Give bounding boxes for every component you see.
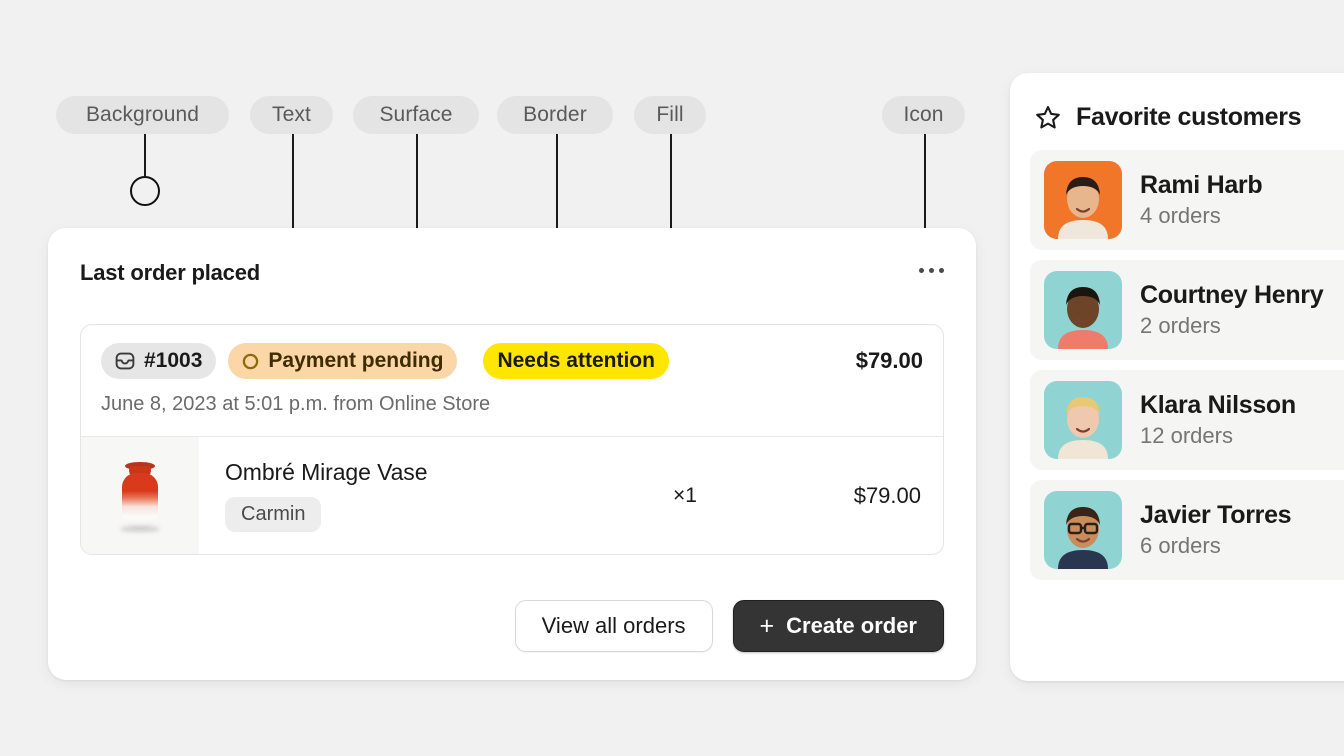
- order-header: #1003 Payment pending Needs attention $7…: [81, 325, 943, 436]
- customer-row[interactable]: Javier Torres 6 orders: [1030, 480, 1344, 580]
- annotation-pill-surface: Surface: [353, 96, 479, 134]
- attention-status-badge[interactable]: Needs attention: [483, 343, 669, 379]
- annotation-marker-background: [130, 176, 160, 206]
- product-variant-badge: Carmin: [225, 497, 322, 532]
- annotation-connector-background: [144, 134, 146, 176]
- annotation-pill-border: Border: [497, 96, 613, 134]
- order-inbox-icon: [115, 352, 135, 370]
- customer-name: Courtney Henry: [1140, 281, 1324, 309]
- annotation-pill-text: Text: [250, 96, 333, 134]
- payment-status-label: Payment pending: [268, 349, 444, 372]
- vase-thumbnail-image: [118, 460, 162, 532]
- card-title: Last order placed: [80, 260, 260, 285]
- plus-icon: +: [759, 611, 775, 640]
- annotation-pill-fill: Fill: [634, 96, 706, 134]
- product-thumbnail: [81, 437, 199, 554]
- customer-order-count: 12 orders: [1140, 423, 1233, 448]
- favorite-customers-panel: Favorite customers Rami Harb 4 orders Cour…: [1010, 73, 1344, 681]
- order-card-actions: View all orders + Create order: [514, 600, 944, 652]
- favorites-list: Rami Harb 4 orders Courtney Henry 2 orders K…: [1010, 132, 1344, 580]
- customer-order-count: 6 orders: [1140, 533, 1221, 558]
- customer-name: Klara Nilsson: [1140, 391, 1296, 419]
- customer-info: Rami Harb 4 orders: [1140, 171, 1263, 229]
- customer-avatar: [1044, 381, 1122, 459]
- customer-order-count: 4 orders: [1140, 203, 1221, 228]
- attention-status-label: Needs attention: [497, 349, 655, 372]
- order-id-label: #1003: [144, 349, 203, 372]
- last-order-card: Last order placed #1003 Payment pending …: [48, 228, 976, 680]
- order-badge-row: #1003 Payment pending Needs attention $7…: [101, 343, 923, 379]
- customer-info: Courtney Henry 2 orders: [1140, 281, 1324, 339]
- customer-info: Javier Torres 6 orders: [1140, 501, 1292, 559]
- product-price: $79.00: [853, 482, 921, 508]
- view-all-orders-button[interactable]: View all orders: [514, 600, 713, 652]
- circle-outline-icon: [243, 353, 259, 369]
- order-meta: June 8, 2023 at 5:01 p.m. from Online St…: [101, 393, 491, 415]
- annotation-pill-background: Background: [56, 96, 229, 134]
- customer-row[interactable]: Rami Harb 4 orders: [1030, 150, 1344, 250]
- customer-name: Rami Harb: [1140, 171, 1263, 199]
- annotation-pill-icon: Icon: [882, 96, 965, 134]
- favorites-header: Favorite customers: [1010, 73, 1344, 132]
- product-quantity: ×1: [673, 483, 697, 507]
- customer-row[interactable]: Courtney Henry 2 orders: [1030, 260, 1344, 360]
- order-id-badge[interactable]: #1003: [101, 343, 217, 379]
- create-order-button[interactable]: + Create order: [732, 600, 944, 652]
- customer-avatar: [1044, 271, 1122, 349]
- customer-name: Javier Torres: [1140, 501, 1292, 529]
- view-all-orders-label: View all orders: [541, 613, 686, 638]
- product-name: Ombré Mirage Vase: [225, 459, 428, 485]
- star-outline-icon: [1036, 105, 1060, 128]
- favorites-title: Favorite customers: [1076, 103, 1302, 131]
- customer-avatar: [1044, 161, 1122, 239]
- ellipsis-horizontal-icon[interactable]: [919, 268, 944, 273]
- customer-row[interactable]: Klara Nilsson 12 orders: [1030, 370, 1344, 470]
- payment-status-badge[interactable]: Payment pending: [228, 343, 458, 379]
- customer-avatar: [1044, 491, 1122, 569]
- customer-order-count: 2 orders: [1140, 313, 1221, 338]
- order-total: $79.00: [855, 348, 923, 373]
- order-summary-block: #1003 Payment pending Needs attention $7…: [80, 324, 944, 555]
- product-info: Ombré Mirage Vase Carmin: [199, 437, 673, 554]
- screenshot-root: Background Text Surface Border Fill Icon Last…: [0, 0, 1344, 756]
- order-line-item[interactable]: Ombré Mirage Vase Carmin ×1 $79.00: [81, 436, 943, 554]
- create-order-label: Create order: [786, 613, 917, 638]
- customer-info: Klara Nilsson 12 orders: [1140, 391, 1296, 449]
